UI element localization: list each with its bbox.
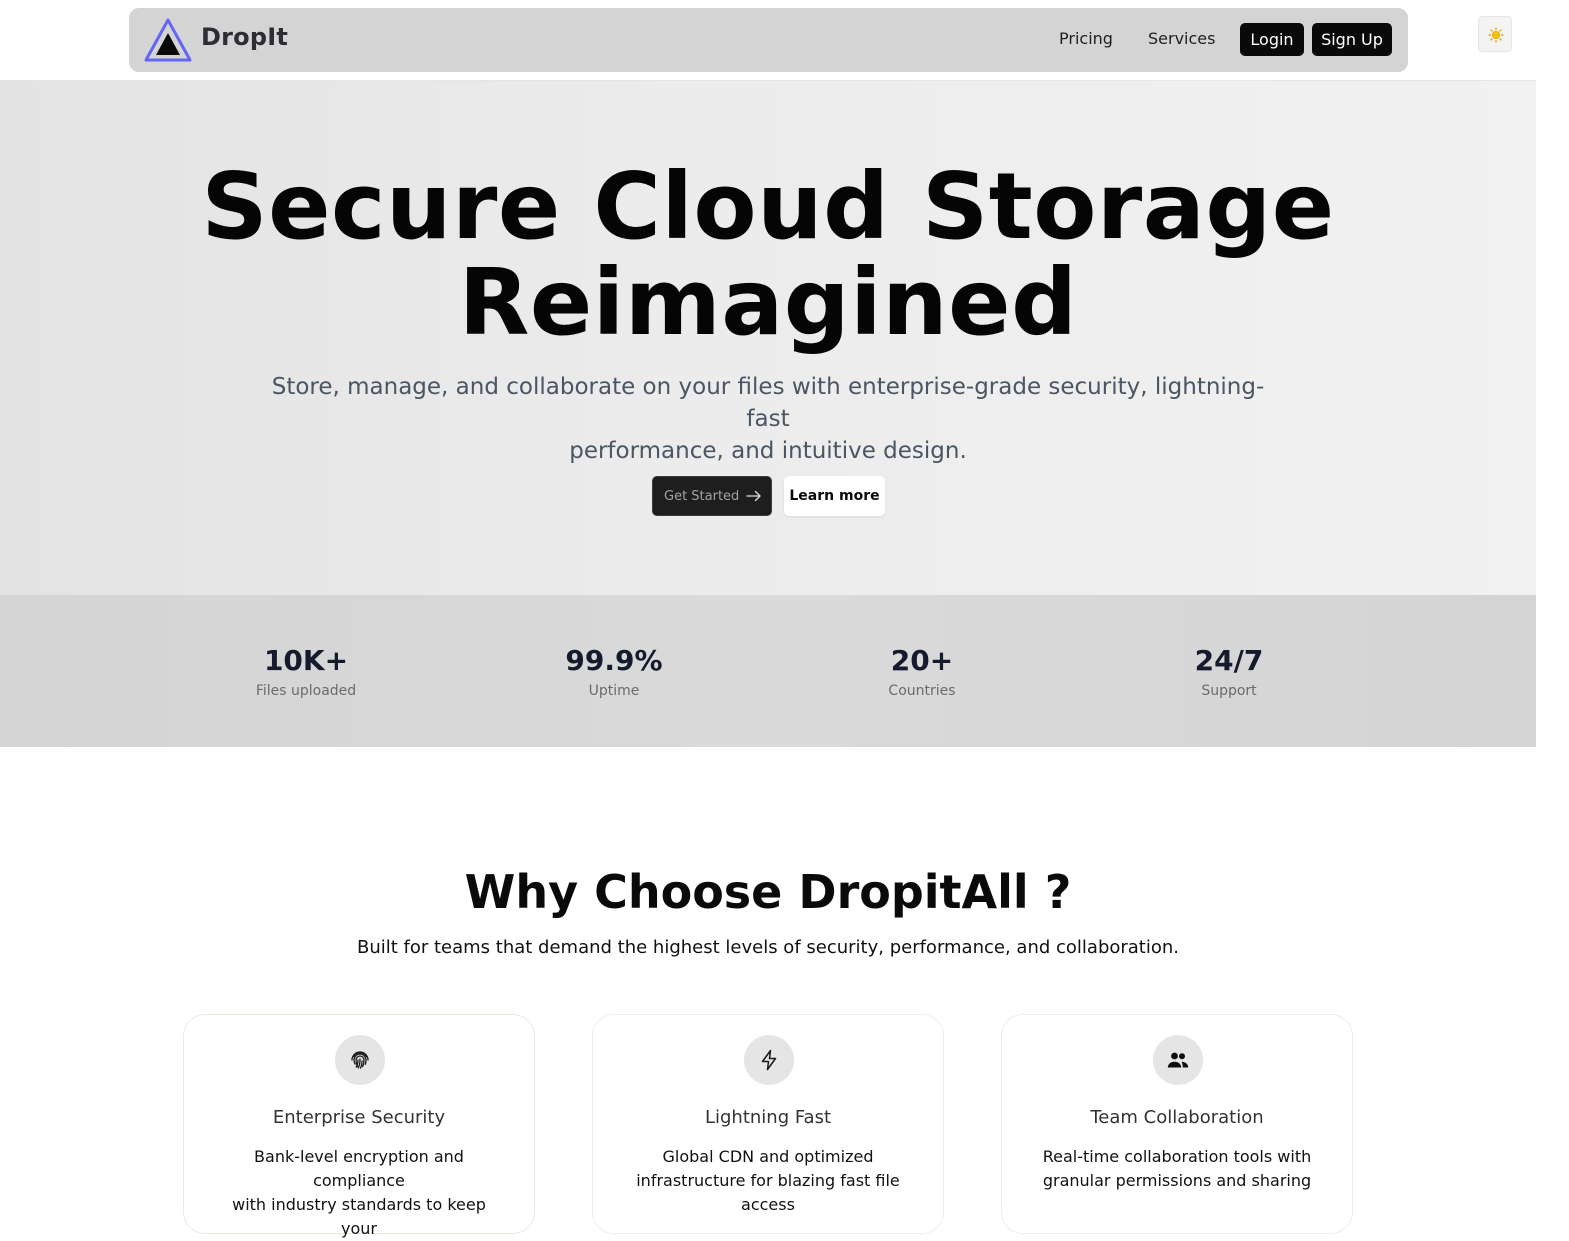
stat-value: 10K+ <box>263 644 349 677</box>
stat-label: Files uploaded <box>255 683 357 699</box>
stat-label: Support <box>1201 683 1257 699</box>
hero-subtitle: Store, manage, and collaborate on your f… <box>270 371 1266 467</box>
get-started-button[interactable]: Get Started <box>652 476 772 516</box>
why-section-title: Why Choose DropitAll ? <box>464 865 1072 919</box>
hero-section: Secure Cloud Storage Reimagined Store, m… <box>0 81 1536 595</box>
feature-card-security: Enterprise Security Bank-level encryptio… <box>183 1014 535 1238</box>
stat-countries: 20+ Countries <box>802 643 1042 699</box>
feature-description: Global CDN and optimized infrastructure … <box>623 1145 913 1217</box>
stat-files-uploaded: 10K+ Files uploaded <box>186 643 426 699</box>
nav-services-link[interactable]: Services <box>1148 29 1215 48</box>
stat-value: 24/7 <box>1194 644 1264 677</box>
stat-uptime: 99.9% Uptime <box>494 643 734 699</box>
navbar: DropIt Pricing Services Login Sign Up <box>129 8 1408 72</box>
learn-more-button[interactable]: Learn more <box>784 476 885 516</box>
brand-name[interactable]: DropIt <box>201 23 288 51</box>
stat-label: Uptime <box>588 683 640 699</box>
hero-title-line-1: Secure Cloud Storage <box>201 153 1335 260</box>
feature-description-line: infrastructure for blazing fast file acc… <box>636 1171 900 1214</box>
get-started-label: Get Started <box>664 489 740 504</box>
feature-description-line: Bank-level encryption and compliance <box>254 1147 464 1190</box>
users-icon <box>1153 1035 1203 1085</box>
stats-section: 10K+ Files uploaded 99.9% Uptime 20+ Cou… <box>0 595 1536 747</box>
hero-subtitle-line-1: Store, manage, and collaborate on your f… <box>271 374 1265 432</box>
nav-pricing-link[interactable]: Pricing <box>1059 29 1113 48</box>
hero-title-line-2: Reimagined <box>458 249 1078 356</box>
feature-description-line: Global CDN and optimized <box>662 1147 874 1166</box>
feature-title: Team Collaboration <box>1090 1107 1264 1128</box>
feature-title: Lightning Fast <box>704 1107 832 1128</box>
lightning-icon <box>744 1035 794 1085</box>
signup-button[interactable]: Sign Up <box>1312 23 1392 56</box>
theme-toggle-button[interactable] <box>1478 16 1512 52</box>
top-bar: DropIt Pricing Services Login Sign Up <box>0 0 1536 81</box>
feature-card-collaboration: Team Collaboration Real-time collaborati… <box>1001 1014 1353 1234</box>
why-section-subtitle: Built for teams that demand the highest … <box>356 937 1180 958</box>
stat-value: 20+ <box>890 644 954 677</box>
feature-card-speed: Lightning Fast Global CDN and optimized … <box>592 1014 944 1234</box>
hero-title: Secure Cloud Storage Reimagined <box>0 159 1536 351</box>
stat-value: 99.9% <box>565 644 663 677</box>
feature-title: Enterprise Security <box>272 1107 446 1128</box>
arrow-right-icon <box>746 490 762 506</box>
feature-description-line: Real-time collaboration tools with <box>1042 1147 1312 1166</box>
feature-description: Real-time collaboration tools with granu… <box>1032 1145 1322 1193</box>
feature-description-line: granular permissions and sharing <box>1042 1171 1312 1190</box>
feature-description-line: with industry standards to keep your <box>232 1195 486 1238</box>
login-button[interactable]: Login <box>1240 23 1304 56</box>
triangle-logo-icon[interactable] <box>143 17 193 63</box>
hero-subtitle-line-2: performance, and intuitive design. <box>569 438 967 464</box>
fingerprint-icon <box>335 1035 385 1085</box>
stat-support: 24/7 Support <box>1109 643 1349 699</box>
feature-description: Bank-level encryption and compliance wit… <box>214 1145 504 1241</box>
stat-label: Countries <box>888 683 956 699</box>
